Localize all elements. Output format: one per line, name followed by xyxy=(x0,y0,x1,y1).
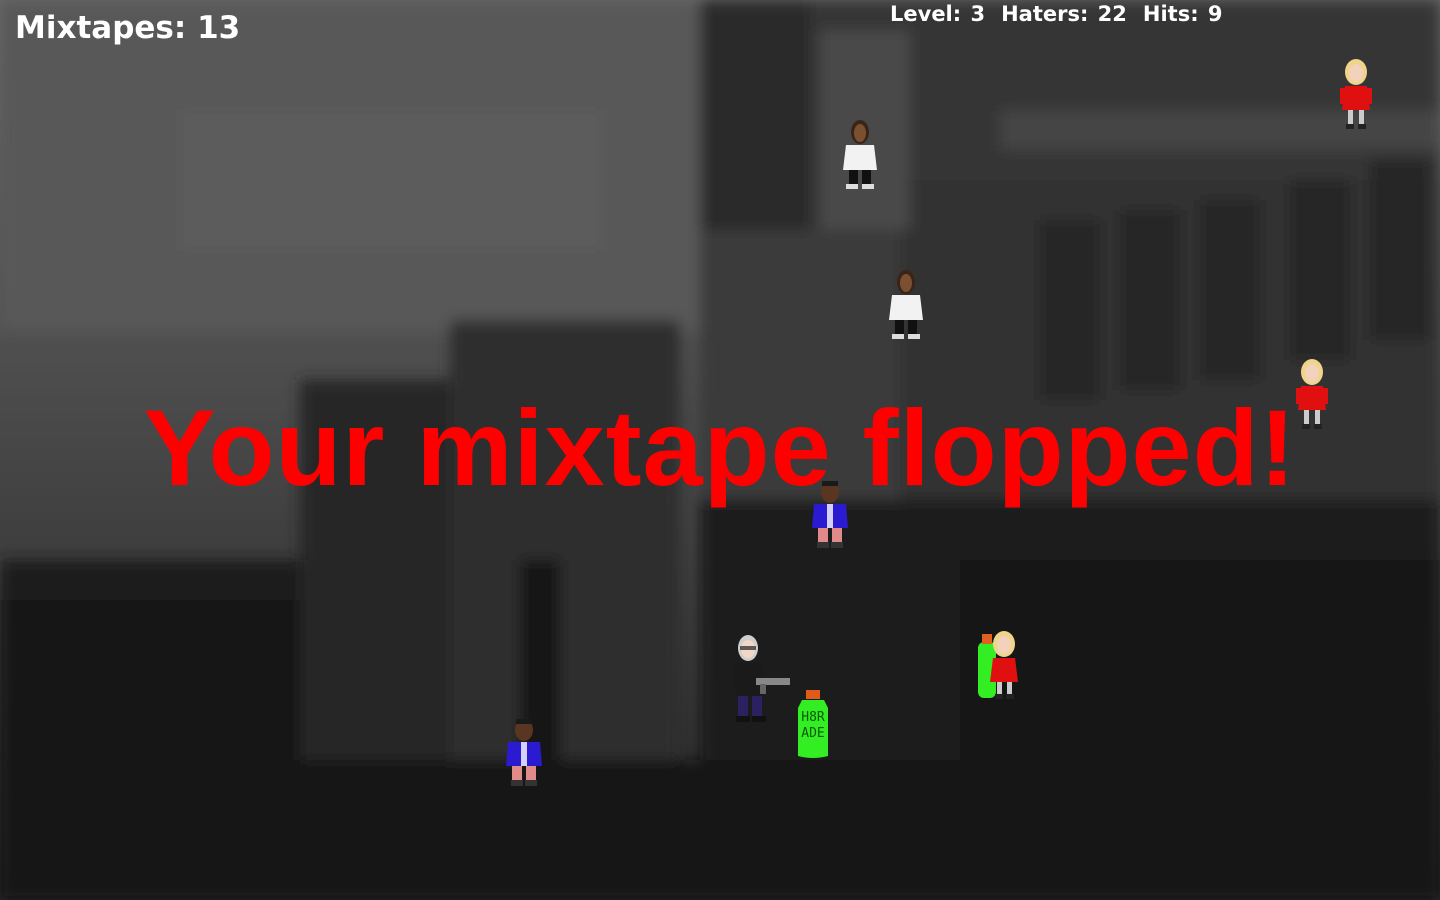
bottle-label-line2: ADE xyxy=(801,726,825,741)
blonde-red-dress-hater-icon xyxy=(1340,59,1372,129)
level-counter: Level: 3 xyxy=(890,2,986,26)
blonde-red-dress-hater-icon xyxy=(978,631,1018,699)
stats-bar: Level: 3 Haters: 22 Hits: 9 xyxy=(890,2,1223,26)
game-over-message: Your mixtape flopped! xyxy=(143,387,1297,508)
haters-counter: Haters: 22 xyxy=(1001,2,1127,26)
player-with-gun-icon[interactable] xyxy=(730,632,794,726)
bottle-label-line1: H8R xyxy=(801,710,825,725)
white-tee-hater-icon xyxy=(889,270,923,339)
hits-counter: Hits: 9 xyxy=(1142,2,1223,26)
haterade-bottle-icon[interactable]: H8R ADE xyxy=(794,690,832,760)
mixtapes-counter: Mixtapes: 13 xyxy=(15,10,241,46)
white-tee-hater-icon xyxy=(843,120,877,189)
purple-jacket-hater-icon xyxy=(506,719,542,786)
